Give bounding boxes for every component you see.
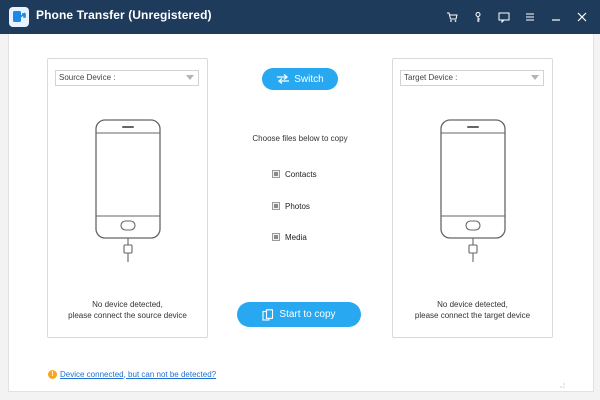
target-device-panel: Target Device : No device detected, plea… [392, 58, 553, 338]
chevron-down-icon [531, 75, 539, 80]
start-button-label: Start to copy [279, 309, 336, 320]
app-logo-icon [9, 7, 29, 27]
source-device-panel: Source Device : No device detected, plea… [47, 58, 208, 338]
choose-files-label: Choose files below to copy [252, 134, 348, 143]
cart-icon[interactable] [444, 9, 460, 25]
device-help-link[interactable]: Device connected, but can not be detecte… [60, 370, 216, 379]
target-status-line1: No device detected, [437, 300, 508, 309]
copy-icon [262, 308, 274, 321]
media-label: Media [285, 232, 307, 242]
key-icon[interactable] [470, 9, 486, 25]
source-device-dropdown-label: Source Device : [59, 73, 116, 82]
option-photos[interactable]: Photos [272, 200, 310, 212]
close-icon[interactable] [574, 9, 590, 25]
photos-checkbox[interactable] [272, 202, 280, 210]
chevron-down-icon [186, 75, 194, 80]
menu-icon[interactable] [522, 9, 538, 25]
target-status-text: No device detected, please connect the t… [393, 299, 552, 321]
source-status-line1: No device detected, [92, 300, 163, 309]
switch-button-label: Switch [294, 73, 324, 85]
target-status-line2: please connect the target device [414, 311, 531, 320]
source-status-text: No device detected, please connect the s… [48, 299, 207, 321]
media-checkbox[interactable] [272, 233, 280, 241]
contacts-label: Contacts [285, 169, 317, 179]
target-device-dropdown[interactable]: Target Device : [400, 70, 544, 86]
app-window: Phone Transfer (Unregistered) Source Dev… [0, 0, 600, 400]
warning-icon: ! [48, 369, 57, 379]
swap-arrows-icon [277, 74, 290, 84]
phone-illustration-icon [95, 119, 161, 264]
source-device-dropdown[interactable]: Source Device : [55, 70, 199, 86]
photos-label: Photos [285, 201, 310, 211]
start-to-copy-button[interactable]: Start to copy [237, 302, 361, 327]
contacts-checkbox[interactable] [272, 170, 280, 178]
device-help[interactable]: ! Device connected, but can not be detec… [48, 368, 216, 380]
option-contacts[interactable]: Contacts [272, 168, 317, 180]
chat-icon[interactable] [496, 9, 512, 25]
titlebar-controls [444, 7, 590, 27]
resize-grip-icon[interactable] [556, 381, 566, 389]
window-title: Phone Transfer (Unregistered) [36, 8, 212, 22]
source-status-line2: please connect the source device [68, 311, 187, 320]
switch-button[interactable]: Switch [262, 68, 338, 90]
phone-illustration-icon [440, 119, 506, 264]
minimize-icon[interactable] [548, 9, 564, 25]
option-media[interactable]: Media [272, 231, 307, 243]
target-device-dropdown-label: Target Device : [404, 73, 458, 82]
title-bar: Phone Transfer (Unregistered) [0, 0, 600, 34]
